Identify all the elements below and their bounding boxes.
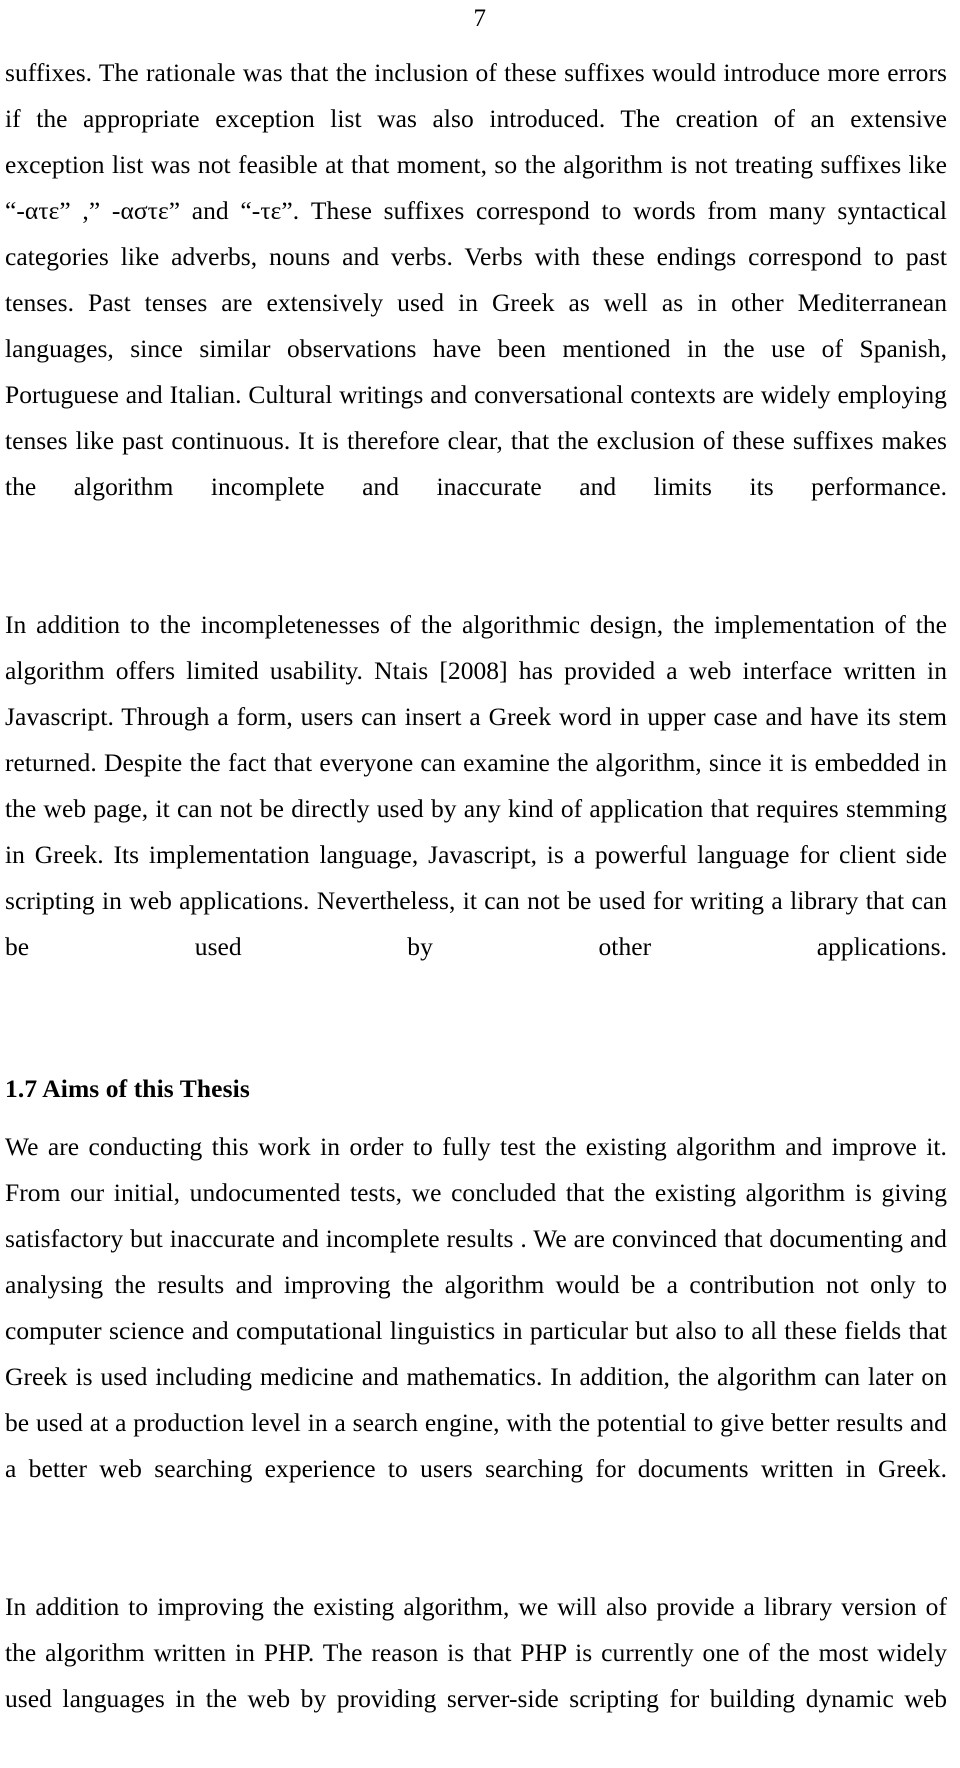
page-number: 7 <box>473 5 487 32</box>
paragraph-implementation-usability: In addition to the incompletenesses of t… <box>5 610 947 961</box>
section-heading-aims-of-this-thesis: 1.7 Aims of this Thesis <box>5 1074 250 1103</box>
paragraph-suffix-rationale: suffixes. The rationale was that the inc… <box>5 58 947 501</box>
heading-spacer-top <box>5 1016 947 1066</box>
paragraph-aims-body: We are conducting this work in order to … <box>5 1132 947 1483</box>
paragraph-gap-2 <box>5 1538 947 1584</box>
heading-spacer-bottom <box>5 1112 947 1124</box>
document-page: 7 suffixes. The rationale was that the i… <box>0 0 960 1713</box>
page-body-column: suffixes. The rationale was that the inc… <box>5 50 947 1768</box>
paragraph-php-library: In addition to improving the existing al… <box>5 1592 947 1713</box>
